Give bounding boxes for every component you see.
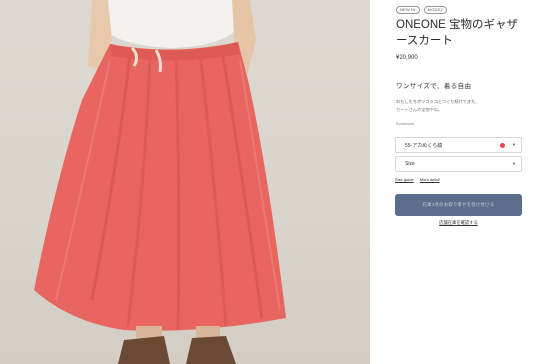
product-tagline: ワンサイズで、着る自由 bbox=[396, 83, 472, 90]
tag-new-in: NEW IN bbox=[396, 6, 420, 14]
size-guide-link[interactable]: Size guide bbox=[395, 177, 414, 182]
tag-mode: MODE2 bbox=[423, 6, 447, 14]
color-select-value: 55-アカめくら縞 bbox=[405, 142, 443, 149]
chevron-down-icon: ▼ bbox=[512, 142, 516, 147]
left-boot bbox=[118, 336, 170, 364]
add-to-cart-button[interactable]: 在庫1点のお取り寄せを受け付ける bbox=[395, 194, 522, 216]
more-detail-link[interactable]: More detail bbox=[420, 177, 440, 182]
product-description-line2: カートさんの宝物やね。 bbox=[396, 107, 443, 112]
product-price: ¥20,900 bbox=[396, 55, 418, 61]
product-photo bbox=[0, 0, 370, 364]
color-swatch-icon bbox=[500, 143, 505, 148]
size-select[interactable]: Size ▼ bbox=[395, 156, 522, 172]
white-top bbox=[108, 0, 236, 48]
skirt-body bbox=[34, 42, 286, 331]
skirt-illustration bbox=[34, 0, 286, 364]
product-description-line1: わたしたちボツコツコとつくり続けてきた、 bbox=[396, 99, 480, 104]
product-title: ONEONE 宝物のギャザースカート bbox=[396, 19, 519, 47]
store-stock-link[interactable]: 店舗在庫を確認する bbox=[395, 220, 522, 226]
color-select[interactable]: 55-アカめくら縞 ▼ bbox=[395, 137, 522, 153]
bookmark-link[interactable]: Bookmark bbox=[396, 121, 414, 126]
chevron-down-icon: ▼ bbox=[512, 161, 516, 166]
product-tags: NEW IN MODE2 bbox=[396, 6, 447, 14]
product-info-panel: NEW IN MODE2 ONEONE 宝物のギャザースカート ¥20,900 … bbox=[370, 0, 533, 364]
size-select-value: Size bbox=[405, 161, 415, 167]
right-boot bbox=[186, 336, 236, 364]
product-links: Size guide More detail bbox=[395, 177, 439, 182]
